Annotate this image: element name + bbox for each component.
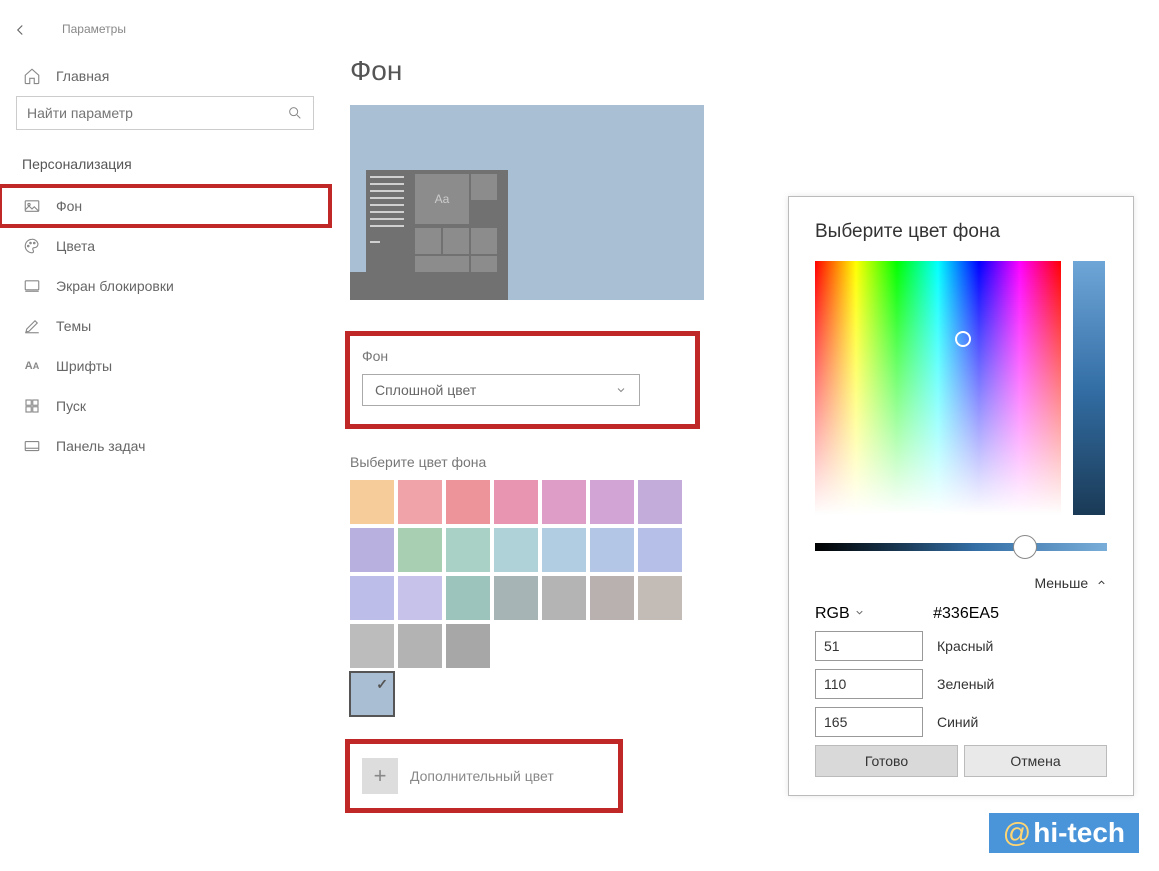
- picker-title: Выберите цвет фона: [815, 221, 1107, 243]
- nav-background[interactable]: Фон: [0, 186, 330, 226]
- color-swatch[interactable]: [446, 528, 490, 572]
- color-swatch[interactable]: [494, 576, 538, 620]
- color-swatch[interactable]: [638, 576, 682, 620]
- home-icon: [22, 66, 42, 86]
- nav-themes[interactable]: Темы: [0, 306, 330, 346]
- background-type-dropdown[interactable]: Сплошной цвет: [362, 374, 640, 406]
- nav-colors[interactable]: Цвета: [0, 226, 330, 266]
- nav-start[interactable]: Пуск: [0, 386, 330, 426]
- nav-lockscreen[interactable]: Экран блокировки: [0, 266, 330, 306]
- nav-taskbar[interactable]: Панель задач: [0, 426, 330, 466]
- add-custom-color-button[interactable]: +: [362, 758, 398, 794]
- nav-label: Фон: [56, 198, 82, 214]
- dropdown-label: Фон: [362, 348, 683, 364]
- color-swatch[interactable]: [398, 576, 442, 620]
- nav-label: Экран блокировки: [56, 278, 174, 294]
- color-swatches: [350, 480, 710, 668]
- red-label: Красный: [937, 638, 993, 654]
- chevron-down-icon: [854, 607, 865, 618]
- lockscreen-icon: [22, 276, 42, 296]
- background-type-section: Фон Сплошной цвет: [350, 336, 695, 424]
- preview-startmenu: Aa: [366, 170, 508, 272]
- color-swatch[interactable]: [350, 624, 394, 668]
- custom-color-label: Дополнительный цвет: [410, 768, 554, 784]
- color-swatch[interactable]: [542, 576, 586, 620]
- pencil-icon: [22, 316, 42, 336]
- taskbar-icon: [22, 436, 42, 456]
- color-swatch[interactable]: [446, 576, 490, 620]
- nav-label: Шрифты: [56, 358, 112, 374]
- search-icon: [287, 105, 303, 121]
- nav-label: Панель задач: [56, 438, 145, 454]
- nav-label: Темы: [56, 318, 91, 334]
- search-box[interactable]: [16, 96, 314, 130]
- red-input[interactable]: 51: [815, 631, 923, 661]
- color-swatch[interactable]: [446, 624, 490, 668]
- picture-icon: [22, 196, 42, 216]
- swatch-label: Выберите цвет фона: [350, 454, 770, 470]
- nav-label: Главная: [56, 68, 109, 84]
- color-swatch[interactable]: [542, 480, 586, 524]
- value-bar[interactable]: [1073, 261, 1105, 515]
- chevron-up-icon: [1096, 577, 1107, 588]
- color-swatch[interactable]: [590, 480, 634, 524]
- color-swatch[interactable]: [350, 576, 394, 620]
- main-content: Фон Aa Фон Сплошной цвет Выберите цвет ф…: [350, 55, 770, 808]
- preview-taskbar: [350, 272, 508, 300]
- section-title: Персонализация: [0, 142, 330, 186]
- nav-label: Пуск: [56, 398, 86, 414]
- color-swatch[interactable]: [350, 528, 394, 572]
- color-swatch[interactable]: [398, 528, 442, 572]
- nav-label: Цвета: [56, 238, 95, 254]
- font-icon: AA: [22, 356, 42, 376]
- ok-button[interactable]: Готово: [815, 745, 958, 777]
- color-swatch[interactable]: [398, 480, 442, 524]
- chevron-down-icon: [615, 384, 627, 396]
- watermark: @hi-tech: [989, 813, 1139, 853]
- arrow-left-icon: [11, 21, 29, 39]
- color-swatch[interactable]: [590, 576, 634, 620]
- color-swatch[interactable]: [638, 480, 682, 524]
- color-swatch-selected[interactable]: [350, 672, 394, 716]
- nav-home[interactable]: Главная: [0, 56, 330, 96]
- green-label: Зеленый: [937, 676, 994, 692]
- color-swatch[interactable]: [446, 480, 490, 524]
- lightness-slider[interactable]: [815, 543, 1107, 551]
- background-preview: Aa: [350, 105, 704, 300]
- custom-color-section: + Дополнительный цвет: [350, 744, 618, 808]
- color-swatch[interactable]: [590, 528, 634, 572]
- search-input[interactable]: [27, 105, 287, 121]
- start-icon: [22, 396, 42, 416]
- color-swatch[interactable]: [494, 528, 538, 572]
- blue-label: Синий: [937, 714, 978, 730]
- gradient-cursor[interactable]: [955, 331, 971, 347]
- blue-input[interactable]: 165: [815, 707, 923, 737]
- page-title: Фон: [350, 55, 770, 87]
- palette-icon: [22, 236, 42, 256]
- color-swatch[interactable]: [542, 528, 586, 572]
- color-model-select[interactable]: RGB: [815, 605, 865, 623]
- preview-sample-text: Aa: [415, 174, 469, 224]
- toggle-less-button[interactable]: Меньше: [815, 575, 1107, 591]
- color-swatch[interactable]: [350, 480, 394, 524]
- color-swatch[interactable]: [494, 480, 538, 524]
- color-picker-dialog: Выберите цвет фона Меньше RGB #336EA5 51…: [788, 196, 1134, 796]
- app-title: Параметры: [0, 22, 330, 56]
- slider-thumb[interactable]: [1013, 535, 1037, 559]
- hex-input[interactable]: #336EA5: [933, 605, 1067, 623]
- color-swatch[interactable]: [398, 624, 442, 668]
- green-input[interactable]: 110: [815, 669, 923, 699]
- color-swatch[interactable]: [638, 528, 682, 572]
- dropdown-value: Сплошной цвет: [375, 382, 476, 398]
- sidebar: Параметры Главная Персонализация Фон Цве…: [0, 0, 330, 871]
- nav-fonts[interactable]: AA Шрифты: [0, 346, 330, 386]
- cancel-button[interactable]: Отмена: [964, 745, 1107, 777]
- hue-saturation-gradient[interactable]: [815, 261, 1061, 515]
